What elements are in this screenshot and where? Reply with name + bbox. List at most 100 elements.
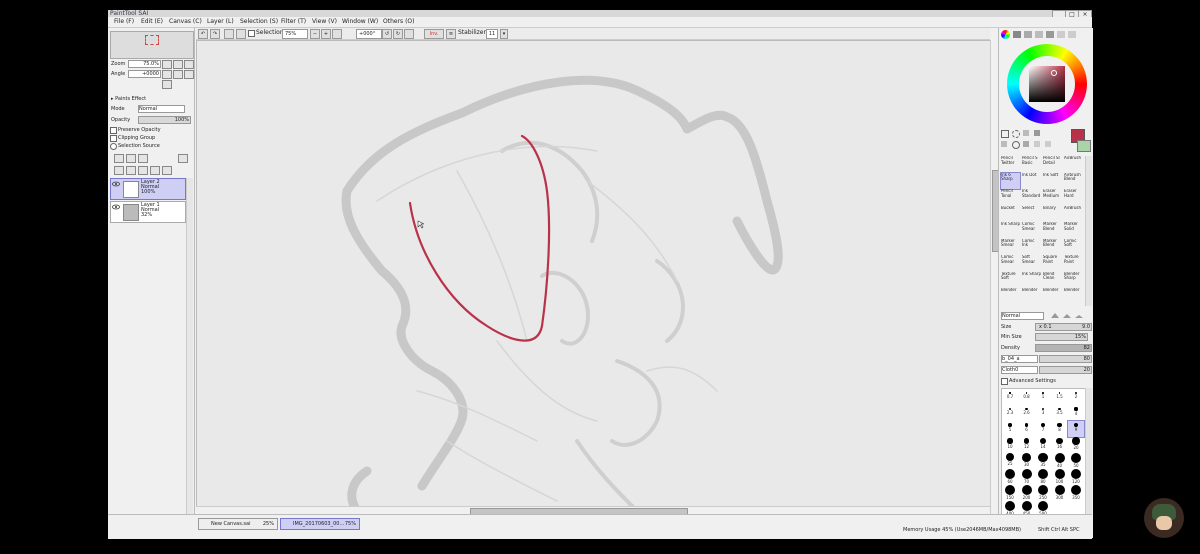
brush-size-slider[interactable]: x 0.1 9.0 xyxy=(1035,323,1092,331)
menu-others[interactable]: Others (O) xyxy=(383,18,414,25)
brush-size-option[interactable]: 1 xyxy=(1035,389,1051,405)
brush-size-option[interactable]: 35 xyxy=(1035,453,1051,469)
brush-size-option[interactable]: 1.5 xyxy=(1052,389,1068,405)
tool-eraser-medium[interactable]: Eraser Medium xyxy=(1043,189,1062,205)
brush-size-option[interactable]: 7 xyxy=(1035,421,1051,437)
brush-size-option[interactable]: 40 xyxy=(1052,453,1068,469)
nav-rotate-right-button[interactable] xyxy=(173,70,183,79)
nav-rotate-left-button[interactable] xyxy=(162,70,172,79)
rotate-tool-icon[interactable] xyxy=(1023,141,1029,147)
tool-eraser-hard[interactable]: Eraser Hard xyxy=(1064,189,1083,205)
tool-palette-scrollbar[interactable] xyxy=(1085,156,1092,306)
tool-comic-smear[interactable]: Comic Smear xyxy=(1001,255,1020,271)
tool-square-paint[interactable]: Square Paint xyxy=(1043,255,1062,271)
brush-size-option[interactable]: 70 xyxy=(1019,469,1035,485)
visibility-eye-icon[interactable] xyxy=(112,203,120,211)
tool-ink-sharp[interactable]: Ink Sharp xyxy=(1001,222,1020,238)
invert-view-button[interactable]: Inv. xyxy=(424,29,444,39)
clipping-group-checkbox[interactable] xyxy=(110,135,117,142)
density-slider[interactable]: 82 xyxy=(1035,344,1092,352)
brush-size-option[interactable]: 2.6 xyxy=(1019,405,1035,421)
copy-layer-button[interactable] xyxy=(114,166,124,175)
tool-pencil-sl-detail[interactable]: Pencil Sl Detail xyxy=(1043,156,1062,172)
transfer-down-button[interactable] xyxy=(126,166,136,175)
rotation-select[interactable]: +000° xyxy=(356,29,382,39)
color-picker-cursor[interactable] xyxy=(1051,70,1057,76)
brush-blend-mode-select[interactable]: Normal xyxy=(1001,312,1044,320)
tool-texture-soft[interactable]: Texture Soft xyxy=(1001,272,1020,288)
menu-layer[interactable]: Layer (L) xyxy=(207,18,234,25)
new-layer-button[interactable] xyxy=(114,154,124,163)
stabilizer-dropdown-icon[interactable]: ▾ xyxy=(500,29,508,39)
tool-ink-standard[interactable]: Ink Standard xyxy=(1022,189,1041,205)
tool-ink-6-sharp[interactable]: Ink 6 Sharp xyxy=(1000,171,1021,190)
layer-opacity-slider[interactable]: 100% xyxy=(138,116,191,124)
brush-size-option[interactable]: 50 xyxy=(1068,453,1084,469)
menu-window[interactable]: Window (W) xyxy=(342,18,378,25)
nav-zoom-in-button[interactable] xyxy=(173,60,183,69)
advanced-settings-toggle[interactable] xyxy=(1001,378,1008,385)
layer-panel-menu-button[interactable] xyxy=(178,154,188,163)
nav-zoom-out-button[interactable] xyxy=(162,60,172,69)
tool-marker-smear[interactable]: Marker Smear xyxy=(1001,239,1020,255)
tool-ink-soft[interactable]: Ink Soft xyxy=(1043,173,1062,189)
tool-airbrush[interactable]: AirBrush xyxy=(1064,206,1083,222)
tool-bucket[interactable]: Bucket xyxy=(1001,206,1020,222)
layer-row[interactable]: Layer 1 Normal 32% xyxy=(110,201,186,223)
tool-comic-smear[interactable]: Comic Smear xyxy=(1022,222,1041,238)
tool-marker-blend[interactable]: Marker Blend xyxy=(1043,222,1062,238)
tool-marker-blend[interactable]: Marker Blend xyxy=(1043,239,1062,255)
tool-blender[interactable]: Blender xyxy=(1043,288,1062,304)
tool-ink-sharp[interactable]: Ink Sharp xyxy=(1022,272,1041,288)
menu-filter[interactable]: Filter (T) xyxy=(281,18,306,25)
blend-mode-select[interactable]: Normal xyxy=(138,105,185,113)
scratchpad-tab-icon[interactable] xyxy=(1046,31,1054,38)
drawing-canvas[interactable] xyxy=(196,40,992,518)
brush-size-option[interactable]: 5 xyxy=(1002,421,1018,437)
magic-wand-tool-icon[interactable] xyxy=(1023,130,1029,136)
tool-pencil-tonal[interactable]: Pencil Tonal xyxy=(1001,189,1020,205)
brush-size-option[interactable]: 100 xyxy=(1052,469,1068,485)
nav-rotate-reset-button[interactable] xyxy=(184,70,194,79)
swatches-tab-icon[interactable] xyxy=(1035,31,1043,38)
clear-layer-button[interactable] xyxy=(150,166,160,175)
brush-size-option[interactable]: 3 xyxy=(1035,405,1051,421)
color-wheel[interactable] xyxy=(1007,44,1087,124)
navigator-view-frame[interactable] xyxy=(145,35,159,45)
tool-blender[interactable]: Blender xyxy=(1064,288,1083,304)
brush-size-option[interactable]: 250 xyxy=(1035,485,1051,501)
nav-flip-button[interactable] xyxy=(162,80,172,89)
tool-binary[interactable]: Binary xyxy=(1043,206,1062,222)
brush-size-option[interactable]: 60 xyxy=(1002,469,1018,485)
selection-checkbox[interactable] xyxy=(248,30,255,37)
menu-view[interactable]: View (V) xyxy=(312,18,337,25)
layer-row[interactable]: Layer 2 Normal 100% xyxy=(110,178,186,200)
texture-select[interactable]: b_04_a xyxy=(1001,355,1038,363)
tool-soft-smear[interactable]: Soft Smear xyxy=(1022,255,1041,271)
color-mixer-tab-icon[interactable] xyxy=(1057,31,1065,38)
brush-size-option[interactable]: 300 xyxy=(1052,485,1068,501)
rotate-left-button[interactable]: ↺ xyxy=(382,29,392,39)
tool-comic-ink[interactable]: Comic Ink xyxy=(1022,239,1041,255)
tool-blend-clean[interactable]: Blend Clean xyxy=(1043,272,1062,288)
lasso-tool-icon[interactable] xyxy=(1012,130,1020,138)
paints-effect-toggle[interactable]: ▸ Paints Effect xyxy=(111,96,146,102)
rect-select-tool-icon[interactable] xyxy=(1001,130,1009,138)
hsv-slider-tab-icon[interactable] xyxy=(1024,31,1032,38)
rotate-right-button[interactable]: ↻ xyxy=(393,29,403,39)
user-swatch-tab-icon[interactable] xyxy=(1068,31,1076,38)
navigator-preview[interactable] xyxy=(110,31,194,59)
brush-size-option[interactable]: 14 xyxy=(1035,437,1051,453)
brush-size-option[interactable]: 8 xyxy=(1052,421,1068,437)
menu-edit[interactable]: Edit (E) xyxy=(141,18,163,25)
zoom-in-button[interactable]: + xyxy=(321,29,331,39)
color-wheel-tab-icon[interactable] xyxy=(1001,30,1010,39)
move-tool-icon[interactable] xyxy=(1001,141,1007,147)
menu-file[interactable]: File (F) xyxy=(114,18,134,25)
eyedropper-tool-icon[interactable] xyxy=(1045,141,1051,147)
zoom-reset-button[interactable] xyxy=(332,29,342,39)
brush-size-option[interactable]: 200 xyxy=(1019,485,1035,501)
merge-down-button[interactable] xyxy=(138,166,148,175)
navigator-angle-field[interactable]: +0000 xyxy=(128,70,161,78)
tool-select[interactable]: Select xyxy=(1022,206,1041,222)
